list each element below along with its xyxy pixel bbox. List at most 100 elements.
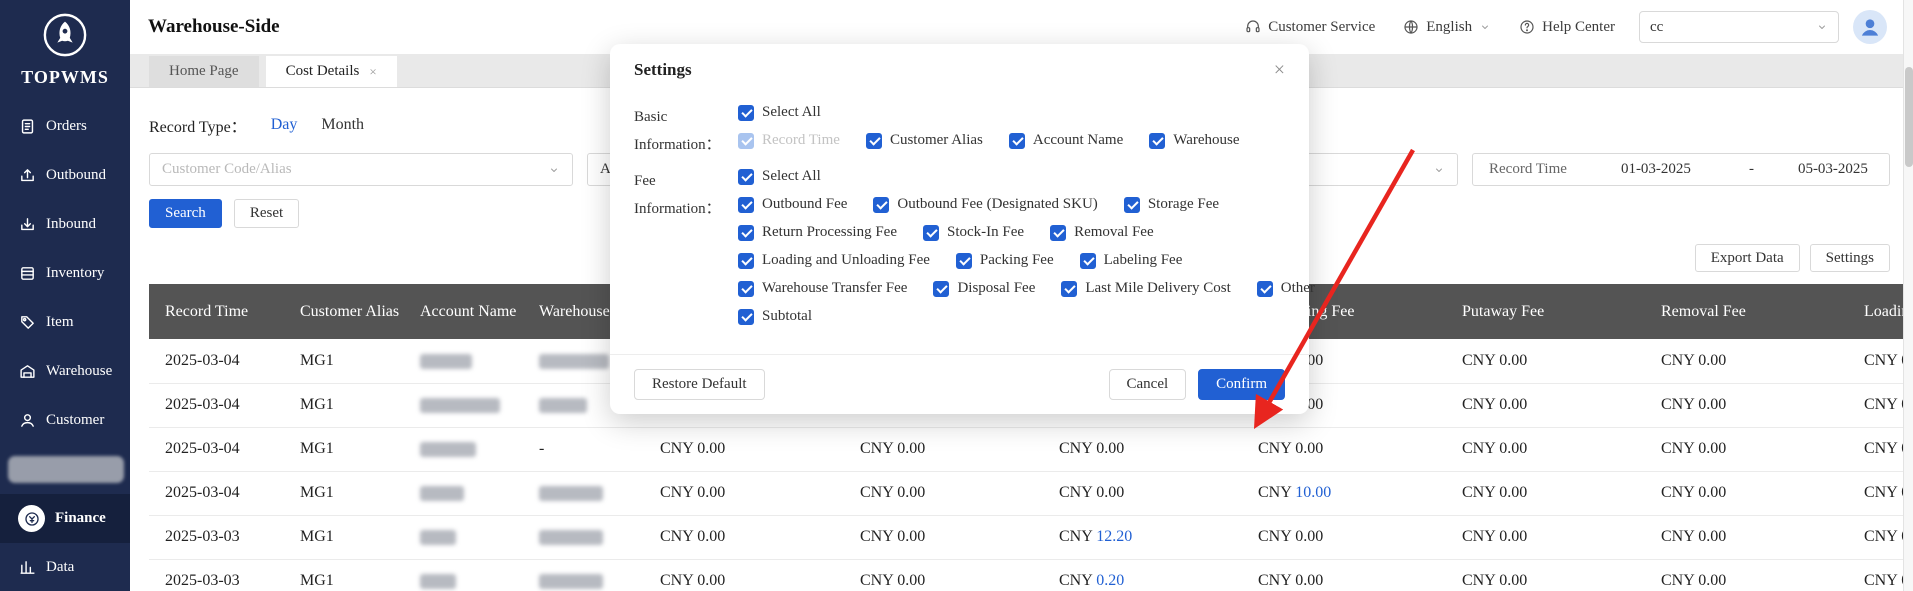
sidebar: TOPWMS OrdersOutboundInboundInventoryIte… — [0, 0, 130, 591]
language-switcher[interactable]: English — [1403, 19, 1491, 36]
checkbox-box[interactable] — [1124, 197, 1140, 213]
sidebar-item-item[interactable]: Item — [0, 298, 130, 347]
checkbox-label: Select All — [762, 168, 821, 185]
checkbox-box[interactable] — [866, 133, 882, 149]
checkbox-subtotal[interactable]: Subtotal — [738, 308, 812, 325]
sidebar-item-inventory[interactable]: Inventory — [0, 249, 130, 298]
checkbox-box[interactable] — [738, 281, 754, 297]
sidebar-item-outbound[interactable]: Outbound — [0, 151, 130, 200]
checkbox-warehouse-transfer-fee[interactable]: Warehouse Transfer Fee — [738, 280, 907, 297]
sidebar-item-warehouse[interactable]: Warehouse — [0, 347, 130, 396]
modal-title: Settings — [634, 60, 692, 80]
checkbox-box[interactable] — [1009, 133, 1025, 149]
restore-default-button[interactable]: Restore Default — [634, 369, 765, 400]
modal-header: Settings × — [610, 44, 1309, 92]
record-type-option-day[interactable]: Day — [271, 116, 298, 134]
sidebar-item-customer[interactable]: Customer — [0, 396, 130, 445]
redacted-value — [420, 486, 464, 501]
checkbox-box[interactable] — [923, 225, 939, 241]
close-tab-icon[interactable]: × — [369, 64, 376, 80]
cell-text: MG1 — [300, 396, 334, 413]
table-cell: CNY 0.20 — [1043, 559, 1242, 591]
checkbox-box[interactable] — [1061, 281, 1077, 297]
export-data-button[interactable]: Export Data — [1695, 244, 1800, 272]
cell-text: CNY 0.00 — [1462, 440, 1527, 457]
cancel-button[interactable]: Cancel — [1109, 369, 1187, 400]
sidebar-item-finance[interactable]: Finance — [0, 494, 130, 543]
checkbox-return-processing-fee[interactable]: Return Processing Fee — [738, 224, 897, 241]
table-cell: CNY 0.00 — [644, 559, 844, 591]
record-type-option-month[interactable]: Month — [321, 116, 364, 134]
date-to[interactable]: 05-03-2025 — [1798, 161, 1868, 178]
cell-text: - — [539, 440, 544, 457]
checkbox-outbound-fee[interactable]: Outbound Fee — [738, 196, 847, 213]
table-cell: 2025-03-04 — [149, 427, 284, 471]
customer-icon — [18, 412, 36, 430]
checkbox-select-all[interactable]: Select All — [738, 104, 821, 121]
sidebar-item-orders[interactable]: Orders — [0, 102, 130, 151]
checkbox-packing-fee[interactable]: Packing Fee — [956, 252, 1054, 269]
table-cell: CNY 0.00 — [844, 427, 1043, 471]
checkbox-record-time[interactable]: Record Time — [738, 132, 840, 149]
sidebar-item-redacted[interactable] — [0, 445, 130, 494]
checkbox-labeling-fee[interactable]: Labeling Fee — [1080, 252, 1183, 269]
modal-footer: Restore Default Cancel Confirm — [610, 354, 1309, 414]
checkbox-last-mile-delivery-cost[interactable]: Last Mile Delivery Cost — [1061, 280, 1230, 297]
fee-amount-link[interactable]: 0.20 — [1096, 572, 1124, 589]
reset-button[interactable]: Reset — [234, 199, 299, 228]
checkbox-box[interactable] — [956, 253, 972, 269]
checkbox-loading-and-unloading-fee[interactable]: Loading and Unloading Fee — [738, 252, 930, 269]
modal-section-basic: BasicInformation：Select AllRecord TimeCu… — [634, 104, 1285, 160]
sidebar-item-data[interactable]: Data — [0, 543, 130, 591]
checkbox-label: Select All — [762, 104, 821, 121]
sidebar-item-label: Finance — [55, 510, 106, 527]
checkbox-box[interactable] — [738, 253, 754, 269]
checkbox-outbound-fee-designated-sku[interactable]: Outbound Fee (Designated SKU) — [873, 196, 1097, 213]
search-button[interactable]: Search — [149, 199, 222, 228]
account-select[interactable]: cc — [1639, 11, 1839, 43]
table-settings-button[interactable]: Settings — [1810, 244, 1890, 272]
checkbox-other[interactable]: Other — [1257, 280, 1315, 297]
checkbox-select-all[interactable]: Select All — [738, 168, 821, 185]
record-time-label: Record Time — [1489, 161, 1567, 178]
checkbox-warehouse[interactable]: Warehouse — [1149, 132, 1239, 149]
checkbox-box[interactable] — [1080, 253, 1096, 269]
checkbox-box[interactable] — [1149, 133, 1165, 149]
avatar[interactable] — [1853, 10, 1887, 44]
checkbox-box[interactable] — [1257, 281, 1273, 297]
vertical-scrollbar[interactable] — [1903, 0, 1913, 591]
cell-text: CNY 0.00 — [860, 440, 925, 457]
checkbox-box[interactable] — [738, 225, 754, 241]
customer-service-link[interactable]: Customer Service — [1245, 19, 1375, 36]
scrollbar-thumb[interactable] — [1905, 67, 1913, 167]
checkbox-box[interactable] — [933, 281, 949, 297]
tab-cost-details[interactable]: Cost Details× — [266, 56, 397, 87]
checkbox-box[interactable] — [738, 105, 754, 121]
checkbox-box[interactable] — [738, 197, 754, 213]
close-icon[interactable]: × — [1274, 60, 1285, 80]
checkbox-box[interactable] — [873, 197, 889, 213]
fee-amount-link[interactable]: 10.00 — [1295, 484, 1331, 501]
checkbox-stock-in-fee[interactable]: Stock-In Fee — [923, 224, 1024, 241]
tab-home-page[interactable]: Home Page — [149, 56, 259, 87]
sidebar-item-inbound[interactable]: Inbound — [0, 200, 130, 249]
checkbox-box[interactable] — [738, 133, 754, 149]
date-from[interactable]: 01-03-2025 — [1621, 161, 1691, 178]
checkbox-customer-alias[interactable]: Customer Alias — [866, 132, 983, 149]
checkbox-account-name[interactable]: Account Name — [1009, 132, 1123, 149]
confirm-button[interactable]: Confirm — [1198, 369, 1285, 400]
checkbox-box[interactable] — [1050, 225, 1066, 241]
record-time-range[interactable]: Record Time 01-03-2025 - 05-03-2025 — [1472, 153, 1890, 186]
table-cell — [404, 339, 523, 383]
checkbox-disposal-fee[interactable]: Disposal Fee — [933, 280, 1035, 297]
checkbox-storage-fee[interactable]: Storage Fee — [1124, 196, 1219, 213]
checkbox-box[interactable] — [738, 169, 754, 185]
fee-amount-link[interactable]: 12.20 — [1096, 528, 1132, 545]
help-center-link[interactable]: Help Center — [1519, 19, 1615, 36]
checkbox-removal-fee[interactable]: Removal Fee — [1050, 224, 1154, 241]
customer-code-select[interactable]: Customer Code/Alias — [149, 153, 573, 186]
cell-text: CNY 0.00 — [860, 528, 925, 545]
redacted-blur — [8, 456, 124, 483]
fee-prefix: CNY — [1059, 528, 1096, 545]
checkbox-box[interactable] — [738, 309, 754, 325]
